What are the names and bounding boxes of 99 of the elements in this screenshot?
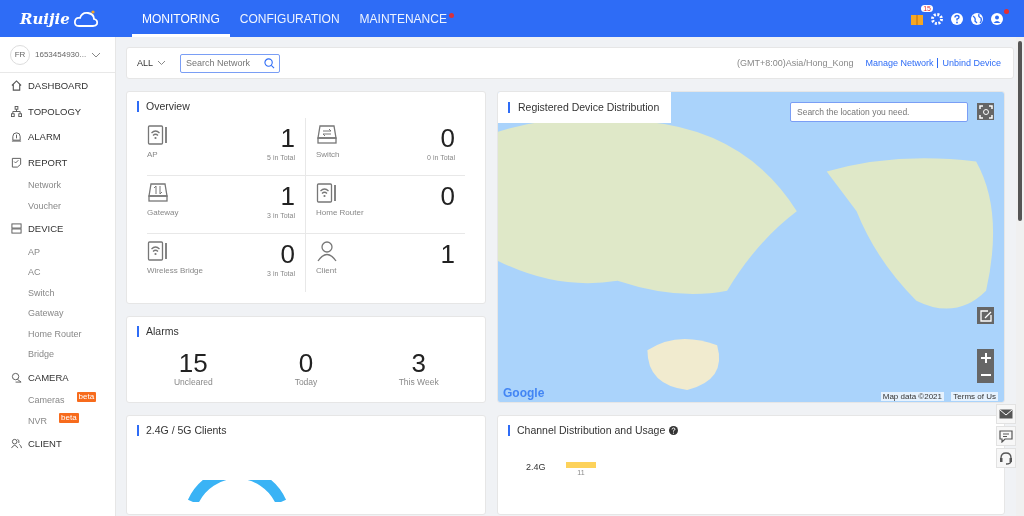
zoom-out-button[interactable] bbox=[977, 366, 994, 383]
chat-icon bbox=[999, 429, 1013, 443]
globe-icon[interactable] bbox=[970, 11, 984, 26]
axis-label: 2.4G bbox=[526, 462, 546, 472]
submenu-item[interactable]: Voucher bbox=[28, 200, 62, 211]
menu-label: CAMERA bbox=[28, 371, 69, 383]
cloud-logo-icon bbox=[72, 8, 99, 29]
headset-button[interactable] bbox=[996, 448, 1016, 468]
menu-item[interactable]: ALARM bbox=[0, 124, 115, 150]
topology-icon bbox=[11, 105, 22, 117]
device-type-label: AP bbox=[147, 150, 158, 159]
alarm-count: 0 bbox=[298, 349, 314, 377]
menu-item[interactable]: REPORT bbox=[0, 149, 115, 175]
menu-item[interactable]: TOPOLOGY bbox=[0, 98, 115, 124]
card-title: Registered Device Distribution bbox=[498, 92, 672, 123]
device-count: 0 bbox=[280, 240, 295, 268]
submenu-item[interactable]: Bridge bbox=[28, 349, 54, 360]
device-count: 0 bbox=[440, 182, 455, 210]
device-type-label: Client bbox=[316, 266, 337, 275]
alarm-label: Today bbox=[294, 377, 318, 387]
menu-label: DASHBOARD bbox=[28, 80, 89, 92]
device-type-label: Gateway bbox=[147, 208, 179, 217]
menu-label: DEVICE bbox=[28, 223, 64, 235]
menu-label: ALARM bbox=[28, 131, 61, 143]
menu-item[interactable]: CLIENT bbox=[0, 431, 115, 457]
scrollbar-thumb[interactable] bbox=[1018, 41, 1022, 221]
submenu-item[interactable]: NVR bbox=[28, 415, 47, 426]
device-count: 1 bbox=[280, 124, 295, 152]
report-icon bbox=[11, 156, 22, 168]
chevron-down-icon bbox=[91, 51, 102, 58]
submenu-item[interactable]: AC bbox=[28, 267, 41, 278]
wifi-icon bbox=[147, 124, 169, 146]
wifi-icon bbox=[147, 240, 169, 262]
beta-badge: beta bbox=[59, 412, 79, 423]
mail-icon bbox=[999, 409, 1013, 419]
nav-tab[interactable]: MAINTENANCE bbox=[349, 0, 464, 37]
map-logo: Google bbox=[503, 386, 545, 400]
user-icon[interactable] bbox=[990, 11, 1004, 26]
chevron-down-icon bbox=[157, 60, 166, 66]
card-title: 2.4G / 5G Clients bbox=[137, 425, 475, 436]
device-type-label: Switch bbox=[316, 150, 340, 159]
menu-item[interactable]: CAMERA bbox=[0, 364, 115, 390]
alarm-label: This Week bbox=[398, 377, 439, 387]
search-field[interactable]: Search Network bbox=[180, 53, 280, 73]
mail-button[interactable] bbox=[996, 404, 1016, 424]
menu-item[interactable]: DASHBOARD bbox=[0, 73, 115, 99]
wifi-icon bbox=[316, 182, 338, 204]
menu-label: REPORT bbox=[28, 156, 68, 168]
beta-badge: beta bbox=[76, 392, 97, 402]
submenu-item[interactable]: Home Router bbox=[28, 328, 82, 339]
minus-icon bbox=[979, 373, 992, 376]
submenu-item[interactable]: Network bbox=[28, 180, 61, 191]
plus-icon bbox=[979, 351, 992, 364]
device-count: 1 bbox=[280, 182, 295, 210]
menu-item[interactable]: DEVICE bbox=[0, 216, 115, 242]
card-title: Channel Distribution and Usage bbox=[508, 425, 666, 436]
scope-dropdown[interactable]: ALL bbox=[137, 58, 166, 68]
search-icon[interactable] bbox=[264, 57, 275, 69]
submenu-item[interactable]: Cameras bbox=[28, 395, 65, 406]
device-icon bbox=[11, 223, 22, 235]
chat-button[interactable] bbox=[996, 426, 1016, 446]
person-icon bbox=[316, 240, 338, 262]
headset-icon bbox=[999, 451, 1013, 465]
home-icon bbox=[11, 80, 22, 92]
device-count: 1 bbox=[440, 240, 455, 268]
alarm-icon bbox=[11, 131, 22, 143]
help-icon[interactable] bbox=[669, 426, 679, 435]
account-switcher[interactable]: FR 1653454930... bbox=[0, 37, 115, 73]
client-icon bbox=[11, 438, 22, 450]
card-title: Alarms bbox=[137, 326, 475, 337]
location-search-field[interactable]: Search the location you need. bbox=[790, 102, 968, 122]
gateway-icon bbox=[147, 182, 169, 204]
nav-tab[interactable]: CONFIGURATION bbox=[229, 0, 350, 37]
edit-button[interactable] bbox=[977, 307, 994, 324]
submenu-item[interactable]: Switch bbox=[28, 287, 55, 298]
network-link[interactable]: Unbind Device bbox=[937, 58, 1001, 68]
alarm-label: Uncleared bbox=[173, 377, 213, 387]
card-title: Overview bbox=[137, 101, 475, 112]
network-link[interactable]: Manage Network bbox=[865, 58, 934, 68]
account-name: 1653454930... bbox=[35, 50, 87, 59]
menu-label: CLIENT bbox=[28, 438, 62, 450]
terms-link[interactable]: Terms of Us bbox=[951, 392, 998, 401]
logo-text: Ruijie bbox=[20, 9, 70, 28]
map-attribution: Map data ©2021 bbox=[880, 392, 944, 401]
submenu-item[interactable]: Gateway bbox=[28, 308, 64, 319]
menu-label: TOPOLOGY bbox=[28, 105, 82, 117]
device-type-label: Home Router bbox=[316, 208, 364, 217]
fullscreen-button[interactable] bbox=[977, 103, 994, 120]
zoom-in-button[interactable] bbox=[977, 349, 994, 366]
device-count: 0 bbox=[440, 124, 455, 152]
nav-tab[interactable]: MONITORING bbox=[132, 0, 230, 37]
timezone-text: (GMT+8:00)Asia/Hong_Kong bbox=[737, 58, 854, 68]
device-type-label: Wireless Bridge bbox=[147, 266, 203, 275]
fullscreen-icon bbox=[978, 104, 993, 119]
switch-icon bbox=[316, 124, 338, 146]
edit-icon bbox=[979, 309, 992, 322]
alarm-count: 15 bbox=[178, 349, 208, 377]
alarm-count: 3 bbox=[411, 349, 426, 377]
submenu-item[interactable]: AP bbox=[28, 246, 40, 257]
